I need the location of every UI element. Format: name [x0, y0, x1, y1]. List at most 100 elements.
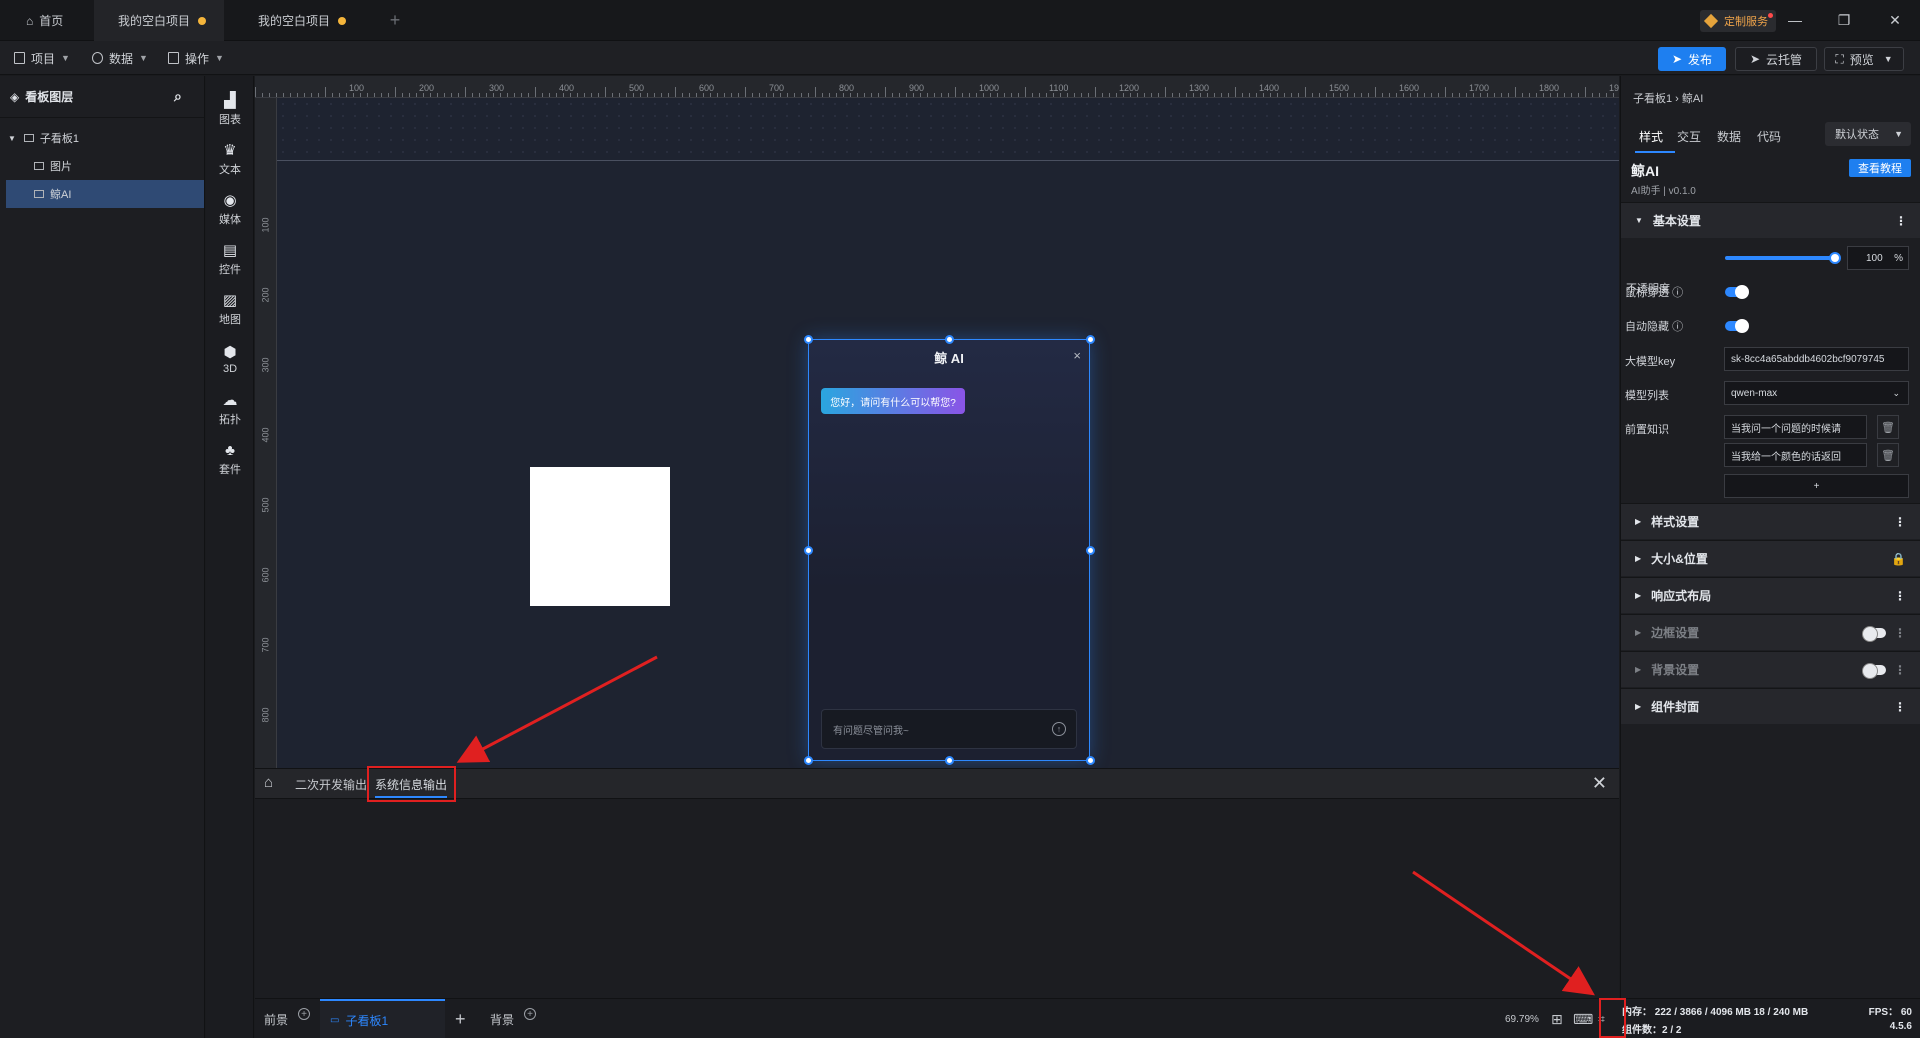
opacity-slider-track[interactable]	[1725, 256, 1835, 260]
section-toggle[interactable]	[1862, 662, 1886, 679]
prior-knowledge-input[interactable]: 当我问一个问题的时候请	[1724, 415, 1867, 439]
section-6[interactable]: ▶ 组件封面 ⋮	[1621, 688, 1920, 724]
section-toggle[interactable]	[1862, 625, 1886, 642]
tab-interaction[interactable]: 交互	[1677, 128, 1701, 145]
component-text[interactable]: ♛ 文本	[206, 134, 254, 184]
more-icon[interactable]: ⋮	[1894, 515, 1906, 529]
section-basic-settings[interactable]: ▼ 基本设置 ⋮	[1621, 202, 1920, 238]
minimize-icon[interactable]: —	[1782, 8, 1808, 32]
ruler-tick-label: 500	[260, 497, 271, 513]
resize-handle[interactable]	[945, 756, 954, 765]
more-icon[interactable]: ⋮	[1895, 214, 1907, 228]
component-suite[interactable]: ♣ 套件	[206, 434, 254, 484]
resize-handle[interactable]	[804, 546, 813, 555]
layer-panel: ◈ 看板图层 ⌕ ▼ 子看板1 图片 鲸AI	[0, 76, 205, 1038]
tab-background[interactable]: 背景 +	[490, 999, 537, 1038]
resize-handle[interactable]	[945, 335, 954, 344]
add-tab-button[interactable]: +	[378, 0, 412, 41]
tab-project-1[interactable]: 我的空白项目	[94, 0, 224, 41]
ruler-tick	[1074, 93, 1075, 97]
tab-project-2[interactable]: 我的空白项目	[236, 0, 366, 41]
component-map[interactable]: ▨ 地图	[206, 284, 254, 334]
more-icon[interactable]: ⋮	[1894, 589, 1906, 603]
tab-style[interactable]: 样式	[1639, 128, 1663, 145]
trash-icon[interactable]: 🗑	[1877, 415, 1899, 439]
section-2[interactable]: ▶ 大小&位置 🔒	[1621, 540, 1920, 576]
resize-handle[interactable]	[804, 756, 813, 765]
ruler-tick	[654, 93, 655, 97]
menu-data[interactable]: 数据 ▼	[92, 41, 148, 75]
publish-button[interactable]: ➤ 发布	[1658, 47, 1726, 71]
prior-knowledge-input[interactable]: 当我给一个颜色的话返回	[1724, 443, 1867, 467]
opacity-input[interactable]: 100 %	[1847, 246, 1909, 270]
search-icon[interactable]: ⌕	[174, 88, 182, 105]
tab-home[interactable]: ⌂ 首页	[12, 0, 92, 41]
section-4[interactable]: ▶ 边框设置 ⋮	[1621, 614, 1920, 650]
component-media[interactable]: ◉ 媒体	[206, 184, 254, 234]
add-circle-icon[interactable]: +	[524, 1008, 537, 1020]
layer-item-board[interactable]: ▼ 子看板1	[0, 124, 204, 152]
component-3d[interactable]: ⬢ 3D	[206, 334, 254, 384]
close-window-icon[interactable]: ✕	[1882, 8, 1908, 32]
opacity-slider-thumb[interactable]	[1829, 252, 1841, 264]
ruler-tick	[479, 93, 480, 97]
resize-handle[interactable]	[1086, 335, 1095, 344]
section-1[interactable]: ▶ 样式设置 ⋮	[1621, 503, 1920, 539]
ruler-tick	[1319, 93, 1320, 97]
keyboard-icon[interactable]: ⌨	[1573, 999, 1593, 1038]
component-topology[interactable]: ☁ 拓扑	[206, 384, 254, 434]
title-bar: ⌂ 首页 我的空白项目 我的空白项目 + 定制服务 — ❐ ✕	[0, 0, 1920, 41]
tab-data[interactable]: 数据	[1717, 128, 1741, 145]
preview-button[interactable]: ⛶ 预览 ▼	[1824, 47, 1904, 71]
section-3[interactable]: ▶ 响应式布局 ⋮	[1621, 577, 1920, 613]
trash-icon[interactable]: 🗑	[1877, 443, 1899, 467]
fit-screen-icon[interactable]: ⊞	[1551, 999, 1563, 1038]
model-list-select[interactable]: qwen-max ⌄	[1724, 381, 1909, 405]
close-icon[interactable]: ✕	[1592, 773, 1607, 794]
menu-operate[interactable]: 操作 ▼	[168, 41, 224, 75]
resize-handle[interactable]	[804, 335, 813, 344]
add-board-button[interactable]: +	[455, 999, 466, 1038]
send-arrow-icon[interactable]: ↑	[1052, 722, 1066, 736]
image-component[interactable]	[530, 467, 670, 606]
auto-hide-switch[interactable]	[1725, 319, 1749, 333]
more-icon[interactable]: ⋮	[1894, 663, 1906, 677]
view-tutorial-button[interactable]: 查看教程	[1849, 159, 1911, 177]
component-control[interactable]: ▤ 控件	[206, 234, 254, 284]
ruler-tick	[493, 93, 494, 97]
resize-handle[interactable]	[1086, 756, 1095, 765]
menu-project[interactable]: 项目 ▼	[14, 41, 70, 75]
add-prior-knowledge-button[interactable]: +	[1724, 474, 1909, 498]
canvas-area[interactable]: 100 200 300 400 500 600 700 800 900 1000 1100 1200 1…	[255, 76, 1619, 768]
custom-service-button[interactable]: 定制服务	[1700, 10, 1776, 32]
tab-code[interactable]: 代码	[1757, 128, 1781, 145]
add-circle-icon[interactable]: +	[298, 1008, 311, 1020]
ruler-tick	[633, 93, 634, 97]
ruler-tick	[269, 93, 270, 97]
state-select[interactable]: 默认状态 ▼	[1825, 122, 1911, 146]
clear-icon[interactable]: ⌂	[264, 774, 273, 791]
close-icon[interactable]: ×	[1073, 348, 1081, 363]
menu-project-label: 项目	[31, 51, 56, 66]
lock-icon[interactable]: 🔒	[1891, 552, 1906, 566]
topology-icon: ☁	[222, 391, 238, 409]
ai-chat-input[interactable]: 有问题尽管问我~ ↑	[821, 709, 1077, 749]
more-icon[interactable]: ⋮	[1894, 626, 1906, 640]
unsaved-dot-icon	[198, 16, 207, 25]
tab-foreground[interactable]: 前景 +	[264, 999, 311, 1038]
ruler-tick	[1284, 93, 1285, 97]
restore-icon[interactable]: ❐	[1831, 8, 1857, 32]
component-chart[interactable]: ▟ 图表	[206, 84, 254, 134]
ai-chat-widget[interactable]: 鲸 AI × 您好，请问有什么可以帮您? 有问题尽管问我~ ↑	[808, 339, 1090, 761]
resize-handle[interactable]	[1086, 546, 1095, 555]
layer-item-ai[interactable]: 鲸AI	[6, 180, 204, 208]
layer-item-image[interactable]: 图片	[0, 152, 204, 180]
section-5[interactable]: ▶ 背景设置 ⋮	[1621, 651, 1920, 687]
more-icon[interactable]: ⋮	[1894, 700, 1906, 714]
console-tab-dev[interactable]: 二次开发输出	[295, 776, 367, 793]
mouse-through-switch[interactable]	[1725, 285, 1749, 299]
cloud-host-button[interactable]: ➤ 云托管	[1735, 47, 1817, 71]
model-key-input[interactable]: sk-8cc4a65abddb4602bcf9079745	[1724, 347, 1909, 371]
tab-sub-board[interactable]: ▭ 子看板1	[320, 999, 445, 1038]
ruler-tick-label: 400	[559, 83, 575, 93]
